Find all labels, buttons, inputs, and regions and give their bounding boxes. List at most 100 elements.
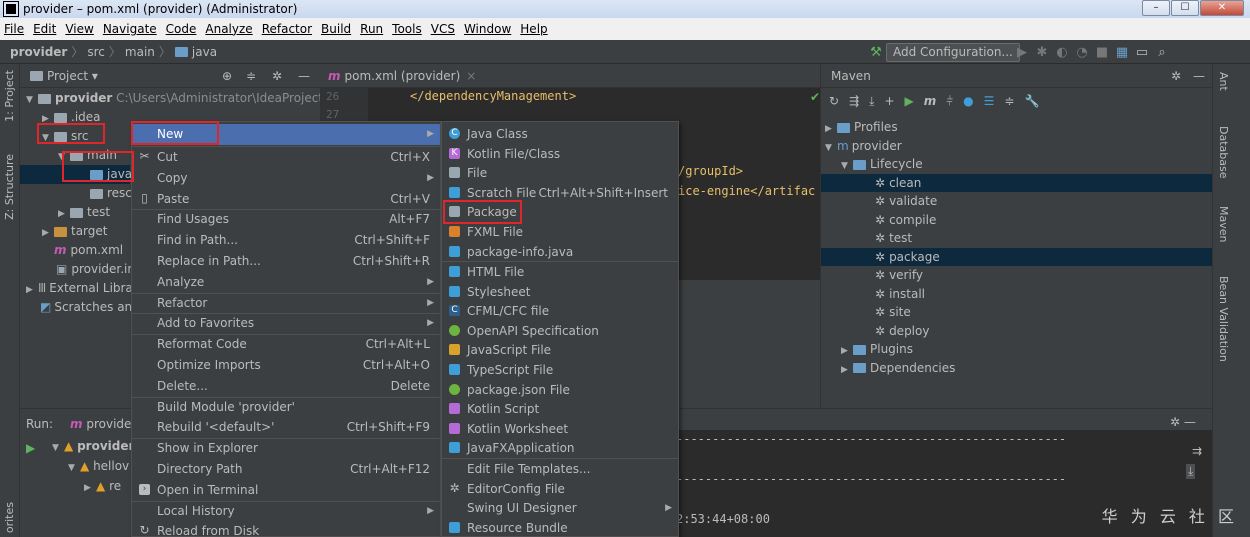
breadcrumb-java[interactable]: java — [192, 45, 217, 59]
maven-goal-install[interactable]: ✲ install — [821, 285, 1213, 304]
scroll-to-end-icon[interactable]: ⤓ — [1186, 464, 1196, 479]
debug-icon[interactable]: ✱ — [1032, 45, 1052, 60]
maven-settings-icon[interactable]: 🔧 — [1024, 94, 1039, 109]
menu-analyze[interactable]: Analyze — [205, 22, 252, 36]
favorites-tool-tab[interactable]: orites — [3, 502, 16, 533]
run-tree-hello[interactable]: ▼ ▲ hellov — [68, 459, 129, 473]
menu-help[interactable]: Help — [520, 22, 547, 36]
menu-run[interactable]: Run — [360, 22, 383, 36]
menu-item-rebuild[interactable]: Rebuild '<default>' Ctrl+Shift+F9 — [132, 417, 440, 438]
tree-item-provider-iml[interactable]: ▣ provider.ir — [56, 260, 132, 279]
coverage-icon[interactable]: ◐ — [1052, 45, 1072, 60]
menu-file[interactable]: File — [4, 22, 24, 36]
maven-dependencies[interactable]: ▶ Dependencies — [821, 359, 1213, 378]
submenu-file[interactable]: File — [442, 163, 678, 184]
run-settings-gear-icon[interactable]: ✲ — — [1170, 415, 1196, 429]
stop-icon[interactable]: ■ — [1092, 45, 1112, 60]
tree-item-resources[interactable]: resc — [90, 184, 132, 203]
menu-refactor[interactable]: Refactor — [262, 22, 312, 36]
structure-tool-tab[interactable]: Z: Structure — [3, 154, 16, 220]
close-button[interactable]: ✕ — [1200, 0, 1244, 16]
locate-icon[interactable]: ⊕ — [222, 69, 232, 83]
collapse-all-icon[interactable]: ≑ — [1004, 94, 1014, 109]
submenu-fxml-file[interactable]: FXML File — [442, 222, 678, 243]
submenu-html-file[interactable]: HTML File — [442, 262, 678, 283]
submenu-package-json[interactable]: package.json File — [442, 380, 678, 401]
submenu-resource-bundle[interactable]: Resource Bundle — [442, 518, 678, 537]
menu-item-cut[interactable]: ✂ Cut Ctrl+X — [132, 147, 440, 168]
profile-icon[interactable]: ◔ — [1072, 45, 1092, 60]
menu-item-optimize-imports[interactable]: Optimize Imports Ctrl+Alt+O — [132, 355, 440, 376]
breadcrumb-src[interactable]: src — [87, 45, 105, 59]
maven-tool-tab[interactable]: Maven — [1217, 206, 1230, 242]
submenu-kotlin-worksheet[interactable]: Kotlin Worksheet — [442, 419, 678, 440]
submenu-swing-ui-designer[interactable]: Swing UI Designer ▶ — [442, 498, 678, 519]
submenu-typescript-file[interactable]: TypeScript File — [442, 360, 678, 381]
submenu-edit-file-templates[interactable]: Edit File Templates... — [442, 459, 678, 480]
submenu-kotlin-script[interactable]: Kotlin Script — [442, 399, 678, 420]
maven-goal-deploy[interactable]: ✲ deploy — [821, 322, 1213, 341]
show-dependencies-icon[interactable]: ☰ — [984, 94, 995, 109]
generate-sources-icon[interactable]: ⇶ — [849, 94, 859, 109]
project-structure-icon[interactable]: ▦ — [1112, 45, 1132, 60]
project-tool-tab[interactable]: 1: Project — [3, 70, 16, 122]
build-hammer-icon[interactable]: ⚒ — [866, 45, 886, 60]
run-tree-re[interactable]: ▶ ▲ re — [84, 479, 121, 493]
menu-item-open-in-terminal[interactable]: › Open in Terminal — [132, 480, 440, 501]
menu-item-reload-from-disk[interactable]: ↻ Reload from Disk — [132, 521, 440, 537]
run-tree-provider[interactable]: ▼ ▲ provider — [52, 439, 134, 453]
menu-item-delete[interactable]: Delete... Delete — [132, 376, 440, 397]
tab-close-icon[interactable]: × — [466, 69, 476, 83]
menu-view[interactable]: View — [65, 22, 93, 36]
maven-provider[interactable]: ▼ m provider — [821, 137, 1213, 156]
maximize-button[interactable]: ☐ — [1171, 0, 1199, 16]
maven-goal-validate[interactable]: ✲ validate — [821, 192, 1213, 211]
add-icon[interactable]: + — [884, 94, 894, 109]
maven-hide-icon[interactable]: — — [1193, 69, 1205, 83]
submenu-javascript-file[interactable]: JavaScript File — [442, 340, 678, 361]
breadcrumb-main[interactable]: main — [125, 45, 155, 59]
maven-lifecycle[interactable]: ▼ Lifecycle — [821, 155, 1213, 174]
toggle-offline-icon[interactable]: ⫩ — [946, 94, 953, 109]
tree-item-scratches[interactable]: ◩ Scratches anc — [40, 298, 139, 317]
terminal-icon[interactable]: ▭ — [1132, 45, 1152, 60]
minimize-button[interactable]: – — [1142, 0, 1170, 16]
add-configuration-button[interactable]: Add Configuration... — [886, 43, 1020, 62]
menu-item-replace-in-path[interactable]: Replace in Path... Ctrl+Shift+R — [132, 251, 440, 272]
run-config-tab[interactable]: m provider — [70, 417, 136, 431]
maven-goal-verify[interactable]: ✲ verify — [821, 266, 1213, 285]
menu-item-find-in-path[interactable]: Find in Path... Ctrl+Shift+F — [132, 230, 440, 251]
menu-item-add-to-favorites[interactable]: Add to Favorites ▶ — [132, 313, 440, 334]
execute-goal-icon[interactable]: m — [924, 94, 937, 109]
settings-gear-icon[interactable]: ✲ — [272, 69, 282, 83]
menu-item-refactor[interactable]: Refactor ▶ — [132, 293, 440, 314]
submenu-javafx-application[interactable]: JavaFXApplication — [442, 438, 678, 459]
collapse-icon[interactable]: ≑ — [246, 69, 256, 83]
submenu-stylesheet[interactable]: Stylesheet — [442, 282, 678, 303]
menu-navigate[interactable]: Navigate — [103, 22, 157, 36]
menu-vcs[interactable]: VCS — [431, 22, 455, 36]
maven-goal-package[interactable]: ✲ package — [821, 247, 1213, 266]
menu-code[interactable]: Code — [166, 22, 197, 36]
rerun-icon[interactable]: ▶ — [26, 441, 35, 455]
menu-tools[interactable]: Tools — [392, 22, 422, 36]
menu-item-directory-path[interactable]: Directory Path Ctrl+Alt+F12 — [132, 459, 440, 480]
download-icon[interactable]: ⤓ — [869, 94, 874, 109]
menu-item-build-module[interactable]: Build Module 'provider' — [132, 397, 440, 418]
maven-goal-compile[interactable]: ✲ compile — [821, 211, 1213, 230]
database-tool-tab[interactable]: Database — [1217, 126, 1230, 179]
tree-item-provider[interactable]: ▼ provider C:\Users\Administrator\IdeaPro… — [26, 89, 341, 108]
search-icon[interactable]: ⌕ — [1152, 45, 1172, 60]
reload-icon[interactable]: ↻ — [829, 94, 839, 109]
maven-settings-gear-icon[interactable]: ✲ — [1171, 69, 1181, 83]
submenu-openapi[interactable]: OpenAPI Specification — [442, 321, 678, 342]
menu-item-local-history[interactable]: Local History ▶ — [132, 501, 440, 522]
breadcrumb-provider[interactable]: provider — [10, 45, 67, 59]
tree-item-external-libraries[interactable]: ▶ Ⅲ External Libra — [26, 279, 133, 298]
maven-goal-test[interactable]: ✲ test — [821, 229, 1213, 248]
soft-wrap-icon[interactable]: ⇉ — [1192, 444, 1202, 458]
menu-window[interactable]: Window — [464, 22, 511, 36]
submenu-java-class[interactable]: C Java Class — [442, 124, 678, 145]
submenu-package-info[interactable]: package-info.java — [442, 242, 678, 263]
submenu-cfml-file[interactable]: C CFML/CFC file — [442, 301, 678, 322]
